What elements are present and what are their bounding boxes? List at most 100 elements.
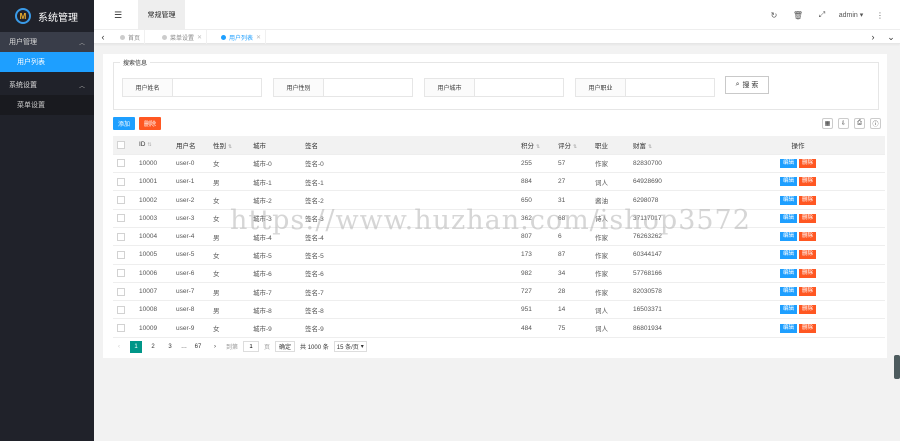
sidebar-group-system-settings[interactable]: 系统设置 ︿ [0, 75, 94, 95]
user-menu[interactable]: admin ▾ [834, 11, 868, 19]
row-checkbox[interactable] [117, 287, 125, 296]
delete-button[interactable]: 删除 [799, 158, 817, 168]
sort-icon[interactable]: ⇅ [648, 144, 652, 150]
edit-button[interactable]: 编辑 [779, 195, 797, 205]
gender-input[interactable] [324, 79, 412, 96]
table-cell: 27 [554, 172, 591, 192]
edit-button[interactable]: 编辑 [779, 305, 797, 315]
delete-button[interactable]: 删除 [799, 213, 817, 223]
edit-button[interactable]: 编辑 [779, 323, 797, 333]
page-last[interactable]: 67 [192, 341, 204, 353]
row-select-cell [113, 245, 135, 265]
info-icon[interactable]: ⓘ [870, 118, 881, 129]
delete-button[interactable]: 删除 [799, 287, 817, 297]
more-icon[interactable]: ⋮ [868, 11, 892, 20]
page-jump-button[interactable]: 确定 [275, 341, 296, 352]
row-checkbox[interactable] [117, 177, 125, 186]
menu-toggle-icon[interactable]: ☰ [114, 10, 124, 20]
close-icon[interactable]: ✕ [197, 34, 202, 41]
sort-icon[interactable]: ⇅ [536, 144, 540, 150]
prev-page-icon[interactable]: ‹ [113, 341, 125, 353]
delete-button[interactable]: 删除 [799, 305, 817, 315]
close-icon[interactable]: ✕ [256, 34, 261, 41]
fullscreen-icon[interactable]: ⤢ [810, 10, 834, 20]
row-checkbox[interactable] [117, 159, 125, 168]
sidebar-item-menu-settings[interactable]: 菜单设置 [0, 95, 94, 115]
header-tab-general[interactable]: 常规管理 [138, 0, 185, 30]
edit-button[interactable]: 编辑 [779, 250, 797, 260]
delete-button[interactable]: 删除 [799, 177, 817, 187]
edit-button[interactable]: 编辑 [779, 232, 797, 242]
field-label: 用户职业 [576, 79, 626, 96]
delete-button[interactable]: 删除 [799, 195, 817, 205]
row-checkbox[interactable] [117, 324, 125, 333]
batch-delete-button[interactable]: 删除 [139, 117, 161, 130]
column-header-rating[interactable]: 评分 ⇅ [554, 136, 591, 155]
tab-user-list[interactable]: 用户列表 ✕ [217, 30, 267, 44]
table-cell: 31 [554, 190, 591, 210]
search-button[interactable]: ⌕ 搜 索 [725, 76, 769, 94]
page-jump-input[interactable] [243, 341, 260, 352]
sort-icon[interactable]: ⇅ [228, 144, 232, 150]
delete-button[interactable]: 删除 [799, 250, 817, 260]
delete-button[interactable]: 删除 [799, 323, 817, 333]
search-legend: 搜索信息 [120, 58, 151, 67]
column-label: 用户名 [176, 142, 196, 150]
page-1[interactable]: 1 [130, 340, 142, 353]
export-icon[interactable]: ⇩ [838, 118, 849, 129]
edit-button[interactable]: 编辑 [779, 268, 797, 278]
row-checkbox[interactable] [117, 196, 125, 205]
job-input[interactable] [626, 79, 714, 96]
tabs-prev-icon[interactable]: ‹ [94, 30, 112, 44]
row-checkbox[interactable] [117, 232, 125, 241]
table-cell: 75 [554, 318, 591, 338]
column-header-id[interactable]: ID ⇅ [135, 136, 172, 155]
column-header-wealth[interactable]: 财富 ⇅ [629, 136, 711, 155]
row-actions: 编辑 删除 [711, 172, 885, 192]
print-icon[interactable]: ⎙ [854, 118, 865, 129]
edit-button[interactable]: 编辑 [779, 158, 797, 168]
edit-button[interactable]: 编辑 [779, 287, 797, 297]
table-cell: 签名-2 [301, 190, 517, 210]
column-label: 操作 [791, 142, 805, 150]
tabs-menu-icon[interactable]: ⌄ [882, 30, 900, 44]
table-cell: user-2 [172, 190, 209, 210]
trash-icon[interactable]: 🗑 [786, 11, 810, 20]
tab-menu-settings[interactable]: 菜单设置 ✕ [158, 30, 208, 44]
edit-button[interactable]: 编辑 [779, 213, 797, 223]
app-logo[interactable]: M 系统管理 [0, 0, 94, 32]
columns-icon[interactable]: ▦ [822, 118, 833, 129]
page-2[interactable]: 2 [147, 341, 159, 353]
column-label: ID [139, 141, 146, 149]
sort-icon[interactable]: ⇅ [148, 142, 152, 148]
name-input[interactable] [173, 79, 261, 96]
page-size-select[interactable]: 15 条/页 ▾ [333, 341, 367, 352]
delete-button[interactable]: 删除 [799, 268, 817, 278]
table-cell: 城市-6 [249, 264, 301, 283]
row-checkbox[interactable] [117, 250, 125, 259]
table-cell: 词人 [591, 318, 629, 338]
page-3[interactable]: 3 [164, 341, 176, 353]
sort-icon[interactable]: ⇅ [573, 144, 577, 150]
scroll-handle[interactable] [894, 355, 900, 379]
table-cell: 城市-2 [249, 190, 301, 210]
table-row: 10000 user-0 女城市-0 签名-0 255 57 作家 82830700 编辑 删除 [113, 154, 885, 174]
refresh-icon[interactable]: ↻ [762, 11, 786, 20]
row-checkbox[interactable] [117, 214, 125, 223]
row-checkbox[interactable] [117, 305, 125, 314]
delete-button[interactable]: 删除 [799, 232, 817, 242]
sidebar-item-user-list[interactable]: 用户列表 [0, 52, 94, 72]
tabs-next-icon[interactable]: › [864, 30, 882, 44]
edit-button[interactable]: 编辑 [779, 177, 797, 187]
column-header-gender[interactable]: 性别 ⇅ [209, 136, 249, 155]
tab-home[interactable]: 首页 [116, 30, 146, 44]
next-page-icon[interactable]: › [209, 341, 221, 353]
table-cell: 10004 [135, 227, 172, 247]
table-cell: 173 [517, 245, 554, 265]
city-input[interactable] [475, 79, 563, 96]
add-button[interactable]: 添加 [113, 117, 135, 130]
row-checkbox[interactable] [117, 269, 125, 278]
select-all-checkbox[interactable] [117, 140, 125, 149]
sidebar-group-user-management[interactable]: 用户管理 ︿ [0, 32, 94, 52]
column-header-score[interactable]: 积分 ⇅ [517, 136, 554, 155]
